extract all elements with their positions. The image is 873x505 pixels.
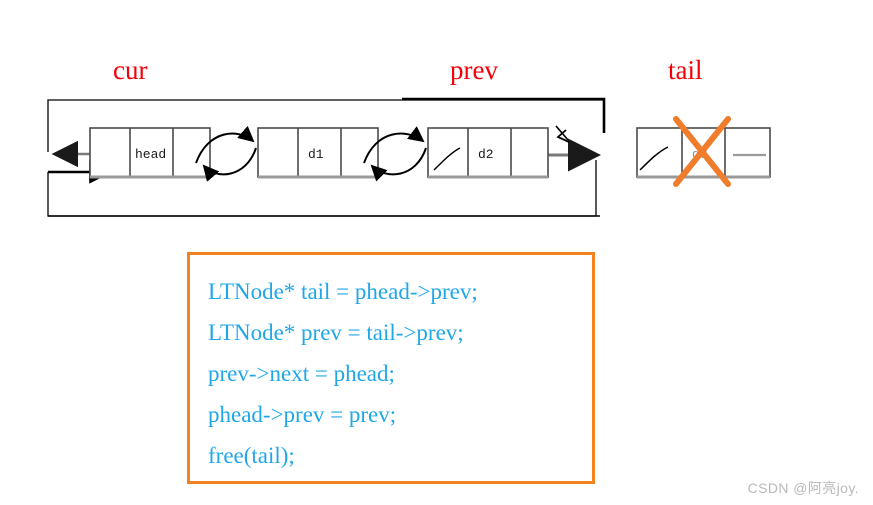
list-node-d2: d2 — [427, 127, 549, 179]
linked-list-graphic: head d1 d2 — [47, 97, 771, 217]
node-data-d2: d2 — [478, 147, 494, 162]
list-node-head: head — [89, 127, 211, 179]
code-line-2: LTNode* prev = tail->prev; — [208, 320, 464, 345]
node-data-d1: d1 — [308, 147, 324, 162]
code-snippet-box: LTNode* tail = phead->prev; LTNode* prev… — [187, 252, 595, 484]
node-data-head: head — [135, 147, 166, 162]
code-line-1: LTNode* tail = phead->prev; — [208, 279, 478, 304]
list-node-d1: d1 — [257, 127, 379, 179]
csdn-watermark: CSDN @阿亮joy. — [747, 480, 859, 496]
diagram-canvas: cur prev tail head d1 d2 LTNode* tail = … — [0, 0, 873, 505]
code-line-5: free(tail); — [208, 443, 295, 468]
code-line-4: phead->prev = prev; — [208, 402, 397, 427]
tail-right-arrows — [548, 125, 601, 172]
code-line-3: prev->next = phead; — [208, 361, 395, 386]
